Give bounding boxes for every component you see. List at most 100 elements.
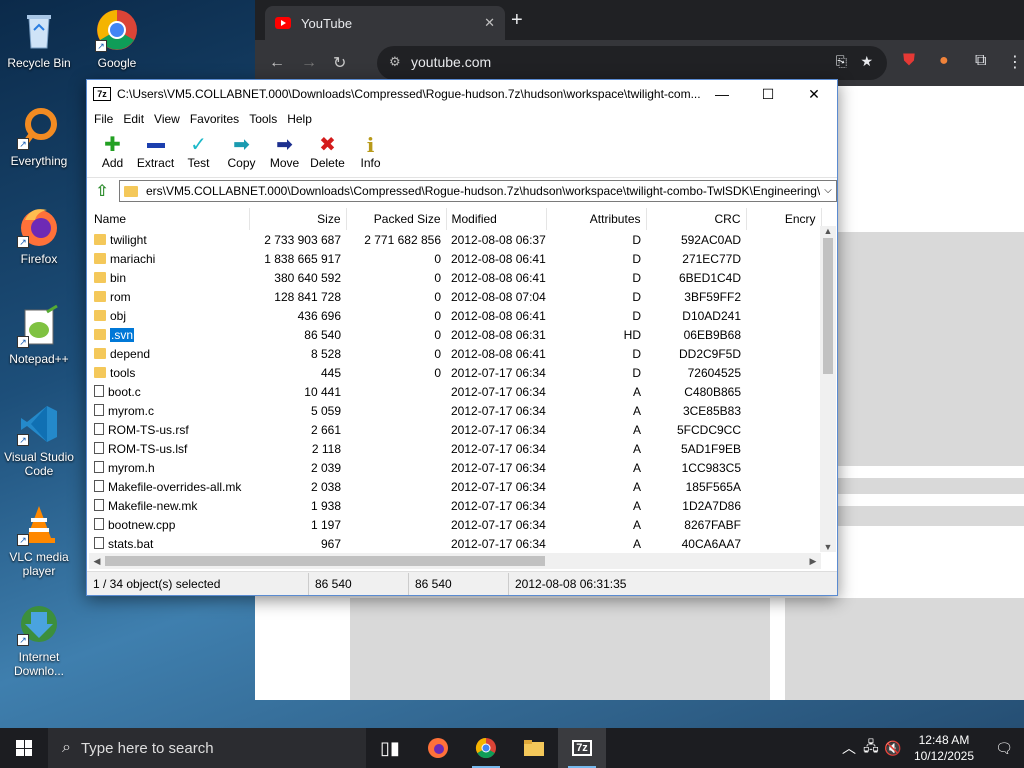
table-row[interactable]: tools 445 0 2012-07-17 06:34 D 72604525: [89, 363, 821, 382]
address-bar[interactable]: ⚙ youtube.com ⎘ ★: [377, 46, 887, 80]
minus-icon: [134, 134, 177, 156]
chevron-up-icon[interactable]: ︿: [838, 738, 860, 758]
back-icon[interactable]: ←: [269, 54, 301, 72]
clock-date: 10/12/2025: [913, 749, 974, 763]
network-icon[interactable]: 🖧: [860, 736, 882, 760]
column-header-crc[interactable]: CRC: [646, 208, 747, 230]
close-button[interactable]: ✕: [791, 80, 837, 108]
install-app-icon[interactable]: ⎘: [836, 53, 847, 70]
bookmark-star-icon[interactable]: ★: [860, 53, 873, 70]
desktop-icon-firefox[interactable]: ↗ Firefox: [2, 204, 76, 266]
table-row[interactable]: ROM-TS-us.rsf 2 661 2012-07-17 06:34 A 5FCDC…: [89, 420, 821, 439]
folder-icon: [94, 309, 106, 321]
window-title: C:\Users\VM5.COLLABNET.000\Downloads\Com…: [117, 87, 701, 101]
scroll-left-icon[interactable]: ◀: [89, 553, 105, 569]
column-header-attributes[interactable]: Attributes: [546, 208, 647, 230]
cell-packed-size: [346, 515, 446, 534]
chevron-down-icon[interactable]: ⌵: [820, 181, 836, 201]
table-row[interactable]: Makefile-overrides-all.mk 2 038 2012-07-17…: [89, 477, 821, 496]
cell-encrypted: [746, 401, 821, 420]
copy-button[interactable]: ➡ Copy: [220, 130, 263, 170]
horizontal-scrollbar[interactable]: ◀ ▶: [89, 553, 821, 569]
title-bar[interactable]: 7z C:\Users\VM5.COLLABNET.000\Downloads\…: [87, 80, 837, 108]
clock[interactable]: 12:48 AM 10/12/2025: [904, 732, 984, 764]
move-button[interactable]: ➡ Move: [263, 130, 306, 170]
scroll-right-icon[interactable]: ▶: [805, 553, 821, 569]
taskbar-chrome[interactable]: [462, 728, 510, 768]
path-combobox[interactable]: ers\VM5.COLLABNET.000\Downloads\Compress…: [118, 180, 837, 202]
task-view-icon[interactable]: ▯▮: [366, 728, 414, 768]
taskbar-file-explorer[interactable]: [510, 728, 558, 768]
scroll-up-icon[interactable]: ▲: [820, 226, 836, 236]
scroll-down-icon[interactable]: ▼: [820, 542, 836, 552]
table-row[interactable]: rom 128 841 728 0 2012-08-08 07:04 D 3BF59FF2: [89, 287, 821, 306]
browser-tab-strip: YouTube ✕ +: [255, 0, 1024, 40]
desktop-icon-vlc[interactable]: ↗ VLC media player: [2, 502, 76, 578]
extension-shield-icon[interactable]: ⛊: [903, 52, 915, 70]
desktop-icon-recycle-bin[interactable]: Recycle Bin: [2, 8, 76, 70]
menu-favorites[interactable]: Favorites: [185, 112, 244, 126]
close-tab-icon[interactable]: ✕: [484, 15, 495, 31]
info-button[interactable]: i Info: [349, 130, 392, 170]
table-row[interactable]: bin 380 640 592 0 2012-08-08 06:41 D 6BED1C4D: [89, 268, 821, 287]
column-header-name[interactable]: Name: [89, 208, 250, 230]
table-row[interactable]: Makefile-new.mk 1 938 2012-07-17 06:34 A 1D2…: [89, 496, 821, 515]
table-row[interactable]: stats.bat 967 2012-07-17 06:34 A 40CA6AA7: [89, 534, 821, 553]
maximize-button[interactable]: ☐: [745, 80, 791, 108]
column-header-encrypted[interactable]: Encry: [746, 208, 822, 230]
taskbar-search-box[interactable]: ⌕ Type here to search: [48, 728, 366, 768]
taskbar-7zip[interactable]: 7z: [558, 728, 606, 768]
desktop-icon-chrome[interactable]: ↗ Google: [80, 8, 154, 70]
start-button[interactable]: [0, 728, 48, 768]
vertical-scrollbar[interactable]: ▲ ▼: [820, 226, 836, 552]
table-row[interactable]: bootnew.cpp 1 197 2012-07-17 06:34 A 8267FAB…: [89, 515, 821, 534]
table-row[interactable]: .svn 86 540 0 2012-08-08 06:31 HD 06EB9B68: [89, 325, 821, 344]
column-header-packed-size[interactable]: Packed Size: [346, 208, 447, 230]
taskbar-firefox[interactable]: [414, 728, 462, 768]
minimize-button[interactable]: —: [699, 80, 745, 108]
notification-icon[interactable]: 🗨: [984, 740, 1024, 757]
column-header-modified[interactable]: Modified: [446, 208, 547, 230]
table-row[interactable]: myrom.h 2 039 2012-07-17 06:34 A 1CC983C5: [89, 458, 821, 477]
cell-encrypted: [746, 439, 821, 458]
menu-edit[interactable]: Edit: [118, 112, 149, 126]
delete-button[interactable]: ✖ Delete: [306, 130, 349, 170]
volume-muted-icon[interactable]: 🔇: [882, 740, 904, 757]
cell-name: mariachi: [89, 249, 249, 268]
site-info-icon[interactable]: ⚙: [389, 54, 401, 70]
cell-size: 2 038: [310, 479, 341, 494]
up-folder-icon[interactable]: ⇧: [91, 181, 113, 201]
desktop-icon-everything[interactable]: ↗ Everything: [2, 106, 76, 168]
table-row[interactable]: depend 8 528 0 2012-08-08 06:41 D DD2C9F5D: [89, 344, 821, 363]
cell-modified: 2012-08-08 06:37: [451, 232, 546, 247]
menu-help[interactable]: Help: [282, 112, 317, 126]
reload-icon[interactable]: ↻: [333, 53, 365, 73]
menu-view[interactable]: View: [149, 112, 185, 126]
table-row[interactable]: myrom.c 5 059 2012-07-17 06:34 A 3CE85B83: [89, 401, 821, 420]
table-row[interactable]: mariachi 1 838 665 917 0 2012-08-08 06:41 D 2…: [89, 249, 821, 268]
desktop-icon-internet-download-manager[interactable]: ↗ Internet Downlo...: [2, 602, 76, 678]
table-row[interactable]: obj 436 696 0 2012-08-08 06:41 D D10AD241: [89, 306, 821, 325]
forward-icon[interactable]: →: [301, 54, 333, 72]
new-tab-icon[interactable]: +: [511, 9, 523, 32]
menu-file[interactable]: File: [89, 112, 118, 126]
horizontal-scroll-thumb[interactable]: [105, 556, 545, 566]
browser-tab-youtube[interactable]: YouTube ✕: [265, 6, 505, 40]
cell-attributes: A: [632, 536, 641, 551]
desktop-icon-vscode[interactable]: ↗ Visual Studio Code: [2, 402, 76, 478]
table-row[interactable]: boot.c 10 441 2012-07-17 06:34 A C480B865: [89, 382, 821, 401]
table-row[interactable]: ROM-TS-us.lsf 2 118 2012-07-17 06:34 A 5AD1F…: [89, 439, 821, 458]
column-header-size[interactable]: Size: [249, 208, 347, 230]
extensions-puzzle-icon[interactable]: ⧉: [975, 52, 986, 70]
cell-encrypted: [746, 325, 821, 344]
extract-button[interactable]: Extract: [134, 130, 177, 170]
file-icon: [94, 403, 104, 416]
add-button[interactable]: ✚ Add: [91, 130, 134, 170]
browser-menu-icon[interactable]: ⋮: [1007, 52, 1023, 72]
vertical-scroll-thumb[interactable]: [823, 238, 833, 374]
menu-tools[interactable]: Tools: [244, 112, 282, 126]
test-button[interactable]: ✓ Test: [177, 130, 220, 170]
table-row[interactable]: twilight 2 733 903 687 2 771 682 856 2012-0…: [89, 230, 821, 249]
desktop-icon-notepad[interactable]: ↗ Notepad++: [2, 304, 76, 366]
extension-cookie-icon[interactable]: ●: [939, 52, 949, 70]
